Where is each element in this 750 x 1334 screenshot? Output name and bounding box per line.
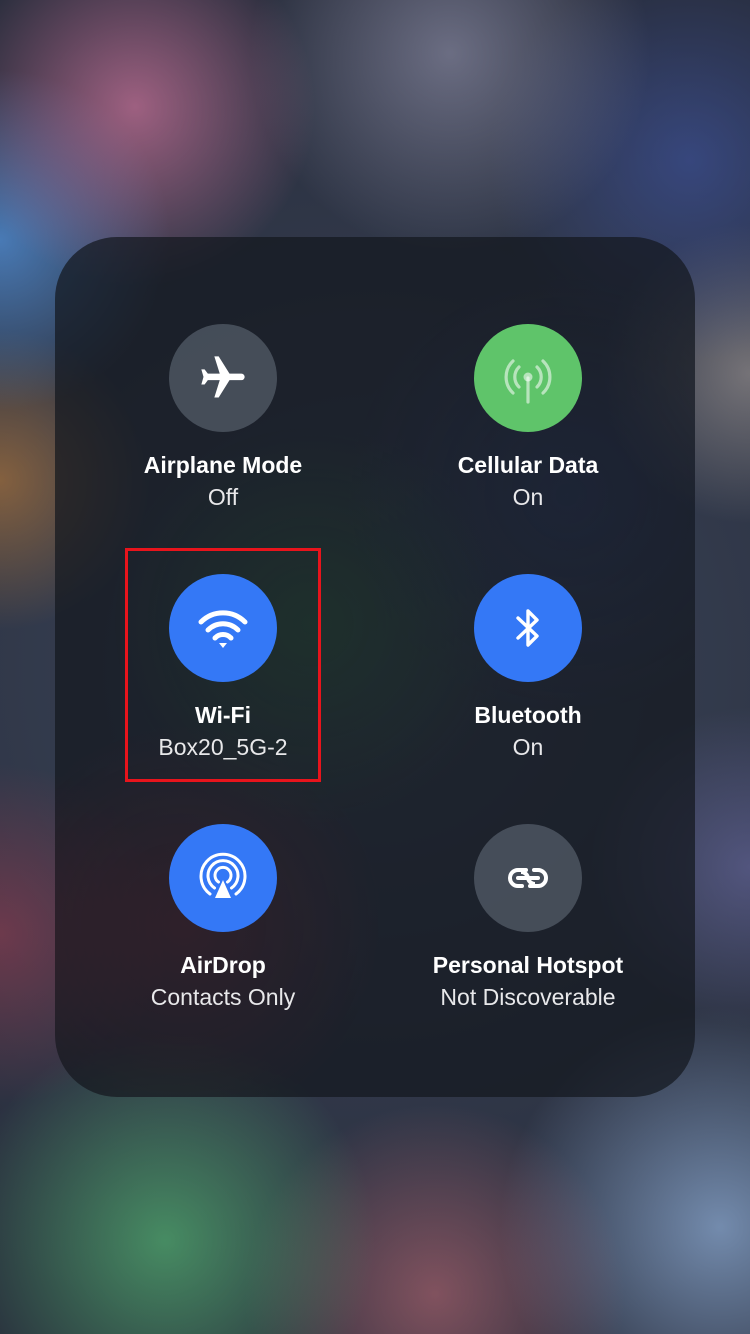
toggle-grid: Airplane Mode Off Cellular Data On Wi-Fi… <box>55 237 695 1097</box>
personal-hotspot-button[interactable] <box>474 824 582 932</box>
bluetooth-button[interactable] <box>474 574 582 682</box>
airdrop-status: Contacts Only <box>150 984 296 1010</box>
bluetooth-toggle[interactable]: Bluetooth On <box>378 574 678 794</box>
airdrop-toggle[interactable]: AirDrop Contacts Only <box>73 824 373 1044</box>
antenna-icon <box>504 359 552 404</box>
bluetooth-label: Bluetooth <box>474 702 582 728</box>
airplane-mode-label: Airplane Mode <box>143 452 303 478</box>
airdrop-icon <box>199 852 247 898</box>
airplane-icon <box>201 356 245 398</box>
cellular-data-status: On <box>512 484 544 510</box>
personal-hotspot-status: Not Discoverable <box>440 984 616 1010</box>
wifi-button[interactable] <box>169 574 277 682</box>
bluetooth-icon <box>516 609 539 647</box>
wifi-icon <box>198 610 248 648</box>
airplane-mode-status: Off <box>207 484 239 510</box>
wifi-label: Wi-Fi <box>195 702 251 728</box>
airplane-mode-button[interactable] <box>169 324 277 432</box>
cellular-data-label: Cellular Data <box>457 452 599 478</box>
airplane-mode-toggle[interactable]: Airplane Mode Off <box>73 324 373 544</box>
personal-hotspot-toggle[interactable]: Personal Hotspot Not Discoverable <box>378 824 678 1044</box>
personal-hotspot-label: Personal Hotspot <box>432 952 624 978</box>
cellular-data-toggle[interactable]: Cellular Data On <box>378 324 678 544</box>
wifi-toggle[interactable]: Wi-Fi Box20_5G-2 <box>73 574 373 794</box>
connectivity-panel: Airplane Mode Off Cellular Data On Wi-Fi… <box>55 237 695 1097</box>
airdrop-label: AirDrop <box>180 952 266 978</box>
hotspot-link-icon <box>508 868 548 888</box>
airdrop-button[interactable] <box>169 824 277 932</box>
wifi-network-name: Box20_5G-2 <box>158 734 288 760</box>
bluetooth-status: On <box>512 734 544 760</box>
cellular-data-button[interactable] <box>474 324 582 432</box>
